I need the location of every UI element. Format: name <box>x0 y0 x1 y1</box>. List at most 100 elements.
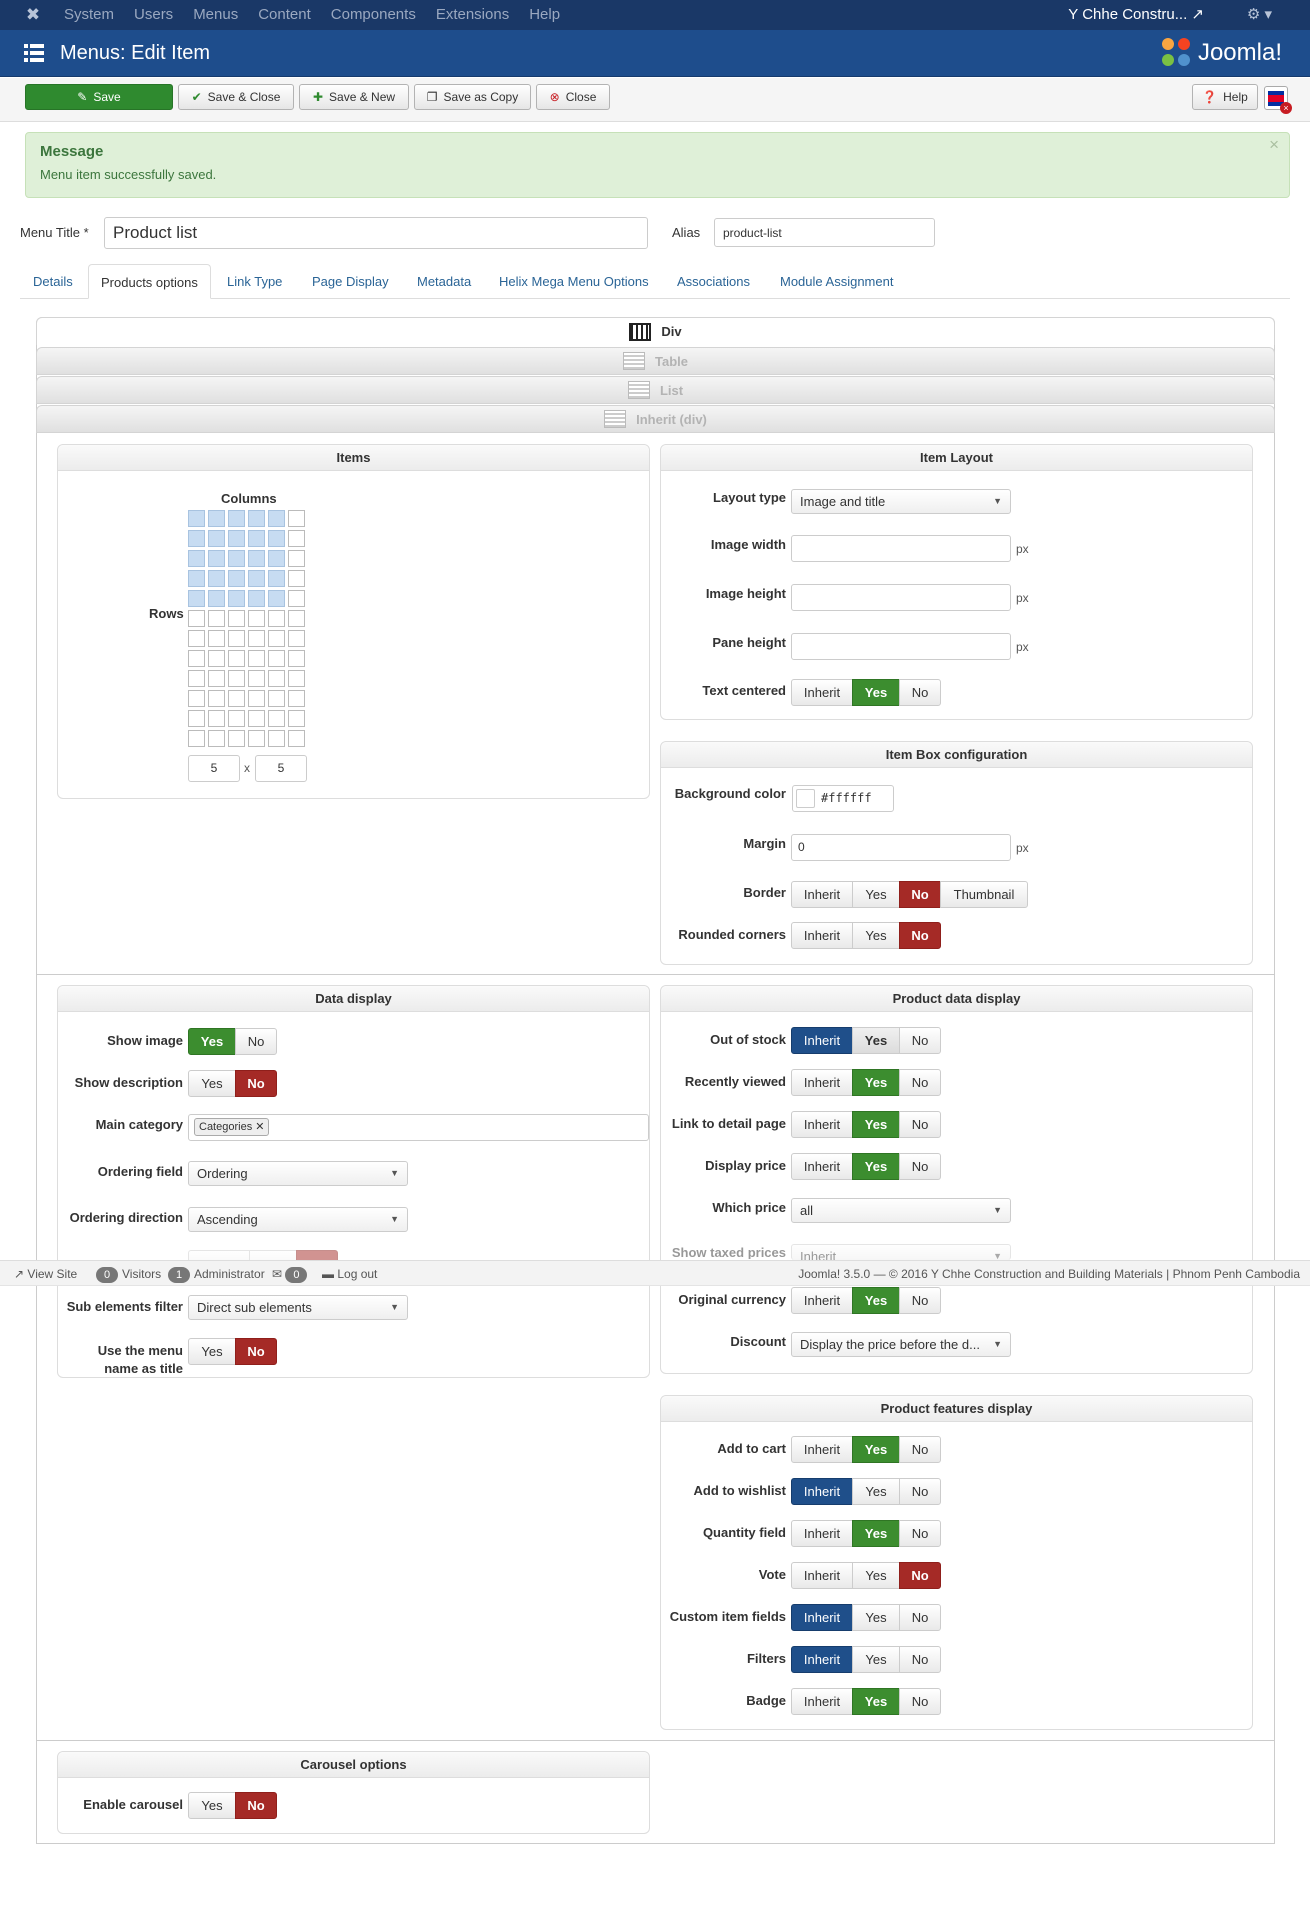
grid-cell[interactable] <box>228 710 245 727</box>
no-option[interactable]: No <box>899 881 941 908</box>
grid-cell[interactable] <box>208 710 225 727</box>
grid-cell[interactable] <box>248 590 265 607</box>
inherit-option[interactable] <box>188 1250 250 1260</box>
no-option[interactable]: No <box>899 922 941 949</box>
grid-cell[interactable] <box>268 690 285 707</box>
grid-cell[interactable] <box>288 590 305 607</box>
site-link[interactable]: Y Chhe Constru... ↗ <box>1068 0 1204 30</box>
grid-cell[interactable] <box>188 670 205 687</box>
which-price-select[interactable]: all ▼ <box>791 1198 1011 1223</box>
grid-cell[interactable] <box>228 570 245 587</box>
inherit-option[interactable]: Inherit <box>791 1111 853 1138</box>
inherit-option[interactable]: Inherit <box>791 1478 853 1505</box>
layout-div-option[interactable]: Div <box>36 317 1275 345</box>
yes-option[interactable]: Yes <box>852 1111 900 1138</box>
grid-cell[interactable] <box>268 630 285 647</box>
grid-cell[interactable] <box>208 590 225 607</box>
gear-icon[interactable]: ⚙ ▾ <box>1247 0 1272 30</box>
inherit-option[interactable]: Inherit <box>791 1287 853 1314</box>
image-height-input[interactable] <box>791 584 1011 611</box>
grid-cell[interactable] <box>268 710 285 727</box>
grid-cell[interactable] <box>248 610 265 627</box>
yes-option[interactable]: Yes <box>188 1070 236 1097</box>
alias-input[interactable]: product-list <box>714 218 935 247</box>
inherit-option[interactable]: Inherit <box>791 1436 853 1463</box>
grid-cell[interactable] <box>248 710 265 727</box>
grid-cell[interactable] <box>228 730 245 747</box>
menu-title-input[interactable]: Product list <box>104 217 648 249</box>
yes-option[interactable]: Yes <box>852 1520 900 1547</box>
tab-metadata[interactable]: Metadata <box>405 264 483 299</box>
grid-cell[interactable] <box>288 690 305 707</box>
ordering-field-select[interactable]: Ordering ▼ <box>188 1161 408 1186</box>
layout-inherit-option[interactable]: Inherit (div) <box>36 405 1275 433</box>
yes-option[interactable]: Yes <box>188 1028 236 1055</box>
grid-cell[interactable] <box>288 530 305 547</box>
no-option[interactable] <box>296 1250 338 1260</box>
grid-cell[interactable] <box>268 610 285 627</box>
grid-cell[interactable] <box>228 550 245 567</box>
discount-select[interactable]: Display the price before the d... ▼ <box>791 1332 1011 1357</box>
tab-link-type[interactable]: Link Type <box>215 264 294 299</box>
grid-cell[interactable] <box>248 650 265 667</box>
no-option[interactable]: No <box>899 1027 941 1054</box>
grid-cell[interactable] <box>208 670 225 687</box>
grid-cell[interactable] <box>268 530 285 547</box>
no-option[interactable]: No <box>899 1478 941 1505</box>
grid-cell[interactable] <box>188 730 205 747</box>
no-option[interactable]: No <box>899 1646 941 1673</box>
inherit-option[interactable]: Inherit <box>791 1562 853 1589</box>
tab-associations[interactable]: Associations <box>665 264 762 299</box>
close-button[interactable]: ⊗ Close <box>536 84 610 110</box>
grid-cell[interactable] <box>228 610 245 627</box>
yes-option[interactable]: Yes <box>852 1436 900 1463</box>
grid-cell[interactable] <box>188 570 205 587</box>
inherit-option[interactable]: Inherit <box>791 1604 853 1631</box>
grid-cell[interactable] <box>248 690 265 707</box>
tab-helix-mega-menu[interactable]: Helix Mega Menu Options <box>487 264 661 299</box>
inherit-option[interactable]: Inherit <box>791 1688 853 1715</box>
yes-option[interactable]: Yes <box>852 1069 900 1096</box>
yes-option[interactable]: Yes <box>852 1027 900 1054</box>
layout-type-select[interactable]: Image and title ▼ <box>791 489 1011 514</box>
grid-cell[interactable] <box>248 670 265 687</box>
save-new-button[interactable]: ✚ Save & New <box>299 84 409 110</box>
inherit-option[interactable]: Inherit <box>791 881 853 908</box>
grid-cell[interactable] <box>188 650 205 667</box>
sub-elements-filter-select[interactable]: Direct sub elements ▼ <box>188 1295 408 1320</box>
menu-content[interactable]: Content <box>258 0 311 30</box>
menu-menus[interactable]: Menus <box>193 0 238 30</box>
mail-indicator[interactable]: ✉ 0 <box>272 1261 311 1287</box>
save-copy-button[interactable]: ❐ Save as Copy <box>414 84 531 110</box>
grid-cell[interactable] <box>208 610 225 627</box>
grid-cell[interactable] <box>228 530 245 547</box>
grid-cell[interactable] <box>188 630 205 647</box>
inherit-option[interactable]: Inherit <box>791 1027 853 1054</box>
tab-products-options[interactable]: Products options <box>88 264 211 299</box>
yes-option[interactable]: Yes <box>188 1338 236 1365</box>
joomla-icon[interactable]: ✖ <box>24 6 42 24</box>
grid-cell[interactable] <box>208 570 225 587</box>
thumbnail-option[interactable]: Thumbnail <box>940 881 1028 908</box>
category-tag[interactable]: Categories ✕ <box>194 1118 270 1136</box>
language-flag-icon[interactable]: × <box>1264 86 1292 114</box>
yes-option[interactable]: Yes <box>852 1688 900 1715</box>
show-taxed-select[interactable]: Inherit ▼ <box>791 1244 1011 1260</box>
grid-cell[interactable] <box>188 710 205 727</box>
grid-cell[interactable] <box>188 590 205 607</box>
ordering-direction-select[interactable]: Ascending ▼ <box>188 1207 408 1232</box>
no-option[interactable]: No <box>235 1792 277 1819</box>
inherit-option[interactable]: Inherit <box>791 1646 853 1673</box>
no-option[interactable]: No <box>899 1069 941 1096</box>
grid-cell[interactable] <box>228 630 245 647</box>
remove-tag-icon[interactable]: ✕ <box>255 1121 264 1133</box>
yes-option[interactable]: Yes <box>852 1646 900 1673</box>
inherit-option[interactable]: Inherit <box>791 1069 853 1096</box>
grid-cell[interactable] <box>248 730 265 747</box>
yes-option[interactable]: Yes <box>852 922 900 949</box>
no-option[interactable]: No <box>899 1111 941 1138</box>
menu-users[interactable]: Users <box>134 0 173 30</box>
grid-cell[interactable] <box>208 630 225 647</box>
inherit-option[interactable]: Inherit <box>791 1153 853 1180</box>
yes-option[interactable]: Yes <box>852 679 900 706</box>
